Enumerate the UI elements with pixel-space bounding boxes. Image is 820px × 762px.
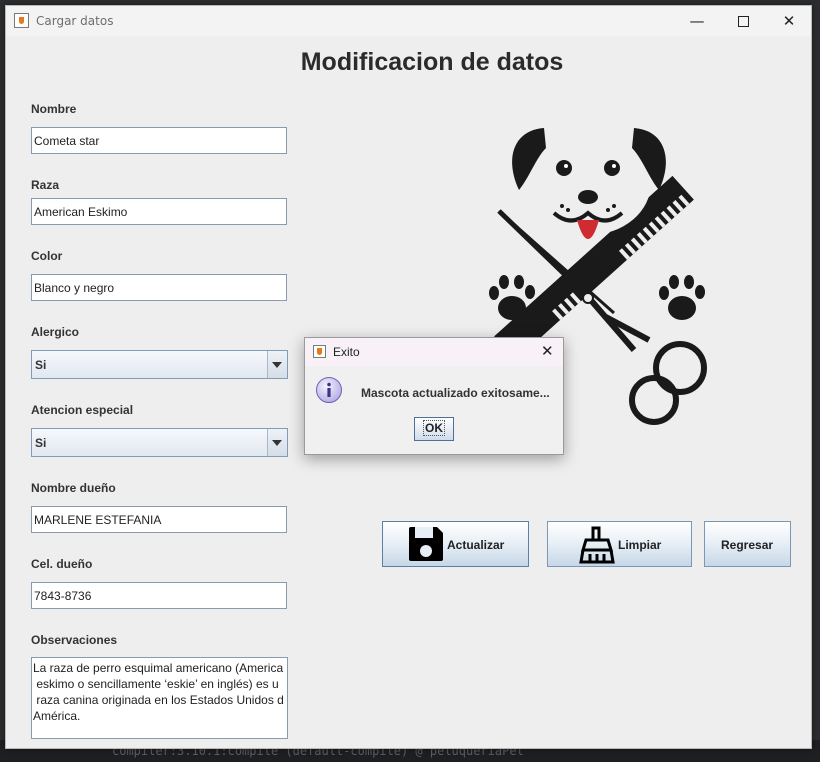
chevron-down-icon[interactable] <box>267 351 287 378</box>
cel-dueno-field[interactable]: 7843-8736 <box>31 582 287 609</box>
nombre-label: Nombre <box>31 102 77 116</box>
nombre-field[interactable]: Cometa star <box>31 127 287 154</box>
dialog-title-bar: Exito ✕ <box>305 338 563 366</box>
dialog-close-button[interactable]: ✕ <box>541 342 554 360</box>
alergico-select-value: Si <box>35 358 47 372</box>
floppy-disk-icon <box>409 527 443 561</box>
limpiar-button[interactable]: Limpiar <box>547 521 692 567</box>
color-field[interactable]: Blanco y negro <box>31 274 287 301</box>
ok-button-label: OK <box>423 420 445 436</box>
regresar-button-label: Regresar <box>721 538 774 552</box>
atencion-especial-label: Atencion especial <box>31 403 134 417</box>
ok-button[interactable]: OK <box>414 417 454 441</box>
raza-label: Raza <box>31 178 60 192</box>
nombre-dueno-field[interactable]: MARLENE ESTEFANIA <box>31 506 287 533</box>
cel-dueno-label: Cel. dueño <box>31 557 93 571</box>
java-cup-icon <box>313 345 326 358</box>
minimize-button[interactable]: — <box>674 6 720 36</box>
actualizar-button[interactable]: Actualizar <box>382 521 529 567</box>
atencion-especial-select[interactable]: Si <box>31 428 288 457</box>
raza-field[interactable]: American Eskimo <box>31 198 287 225</box>
actualizar-button-label: Actualizar <box>447 538 505 552</box>
dialog-message: Mascota actualizado exitosame... <box>361 386 550 400</box>
success-dialog: Exito ✕ Mascota actualizado exitosame...… <box>304 337 564 455</box>
window-title: Cargar datos <box>36 14 114 28</box>
limpiar-button-label: Limpiar <box>618 538 662 552</box>
alergico-select[interactable]: Si <box>31 350 288 379</box>
alergico-label: Alergico <box>31 325 80 339</box>
chevron-down-icon[interactable] <box>267 429 287 456</box>
java-cup-icon <box>14 13 29 28</box>
page-title: Modificacion de datos <box>300 48 564 76</box>
dialog-title: Exito <box>333 345 360 359</box>
maximize-button[interactable] <box>720 6 766 36</box>
title-bar: Cargar datos — ✕ <box>6 6 811 36</box>
close-button[interactable]: ✕ <box>766 6 812 36</box>
atencion-especial-select-value: Si <box>35 436 47 450</box>
broom-icon <box>579 526 615 564</box>
observaciones-label: Observaciones <box>31 633 118 647</box>
observaciones-textarea[interactable]: La raza de perro esquimal americano (Ame… <box>31 657 288 739</box>
regresar-button[interactable]: Regresar <box>704 521 791 567</box>
info-icon <box>316 377 342 403</box>
maximize-icon <box>737 16 749 27</box>
nombre-dueno-label: Nombre dueño <box>31 481 116 495</box>
color-label: Color <box>31 249 63 263</box>
